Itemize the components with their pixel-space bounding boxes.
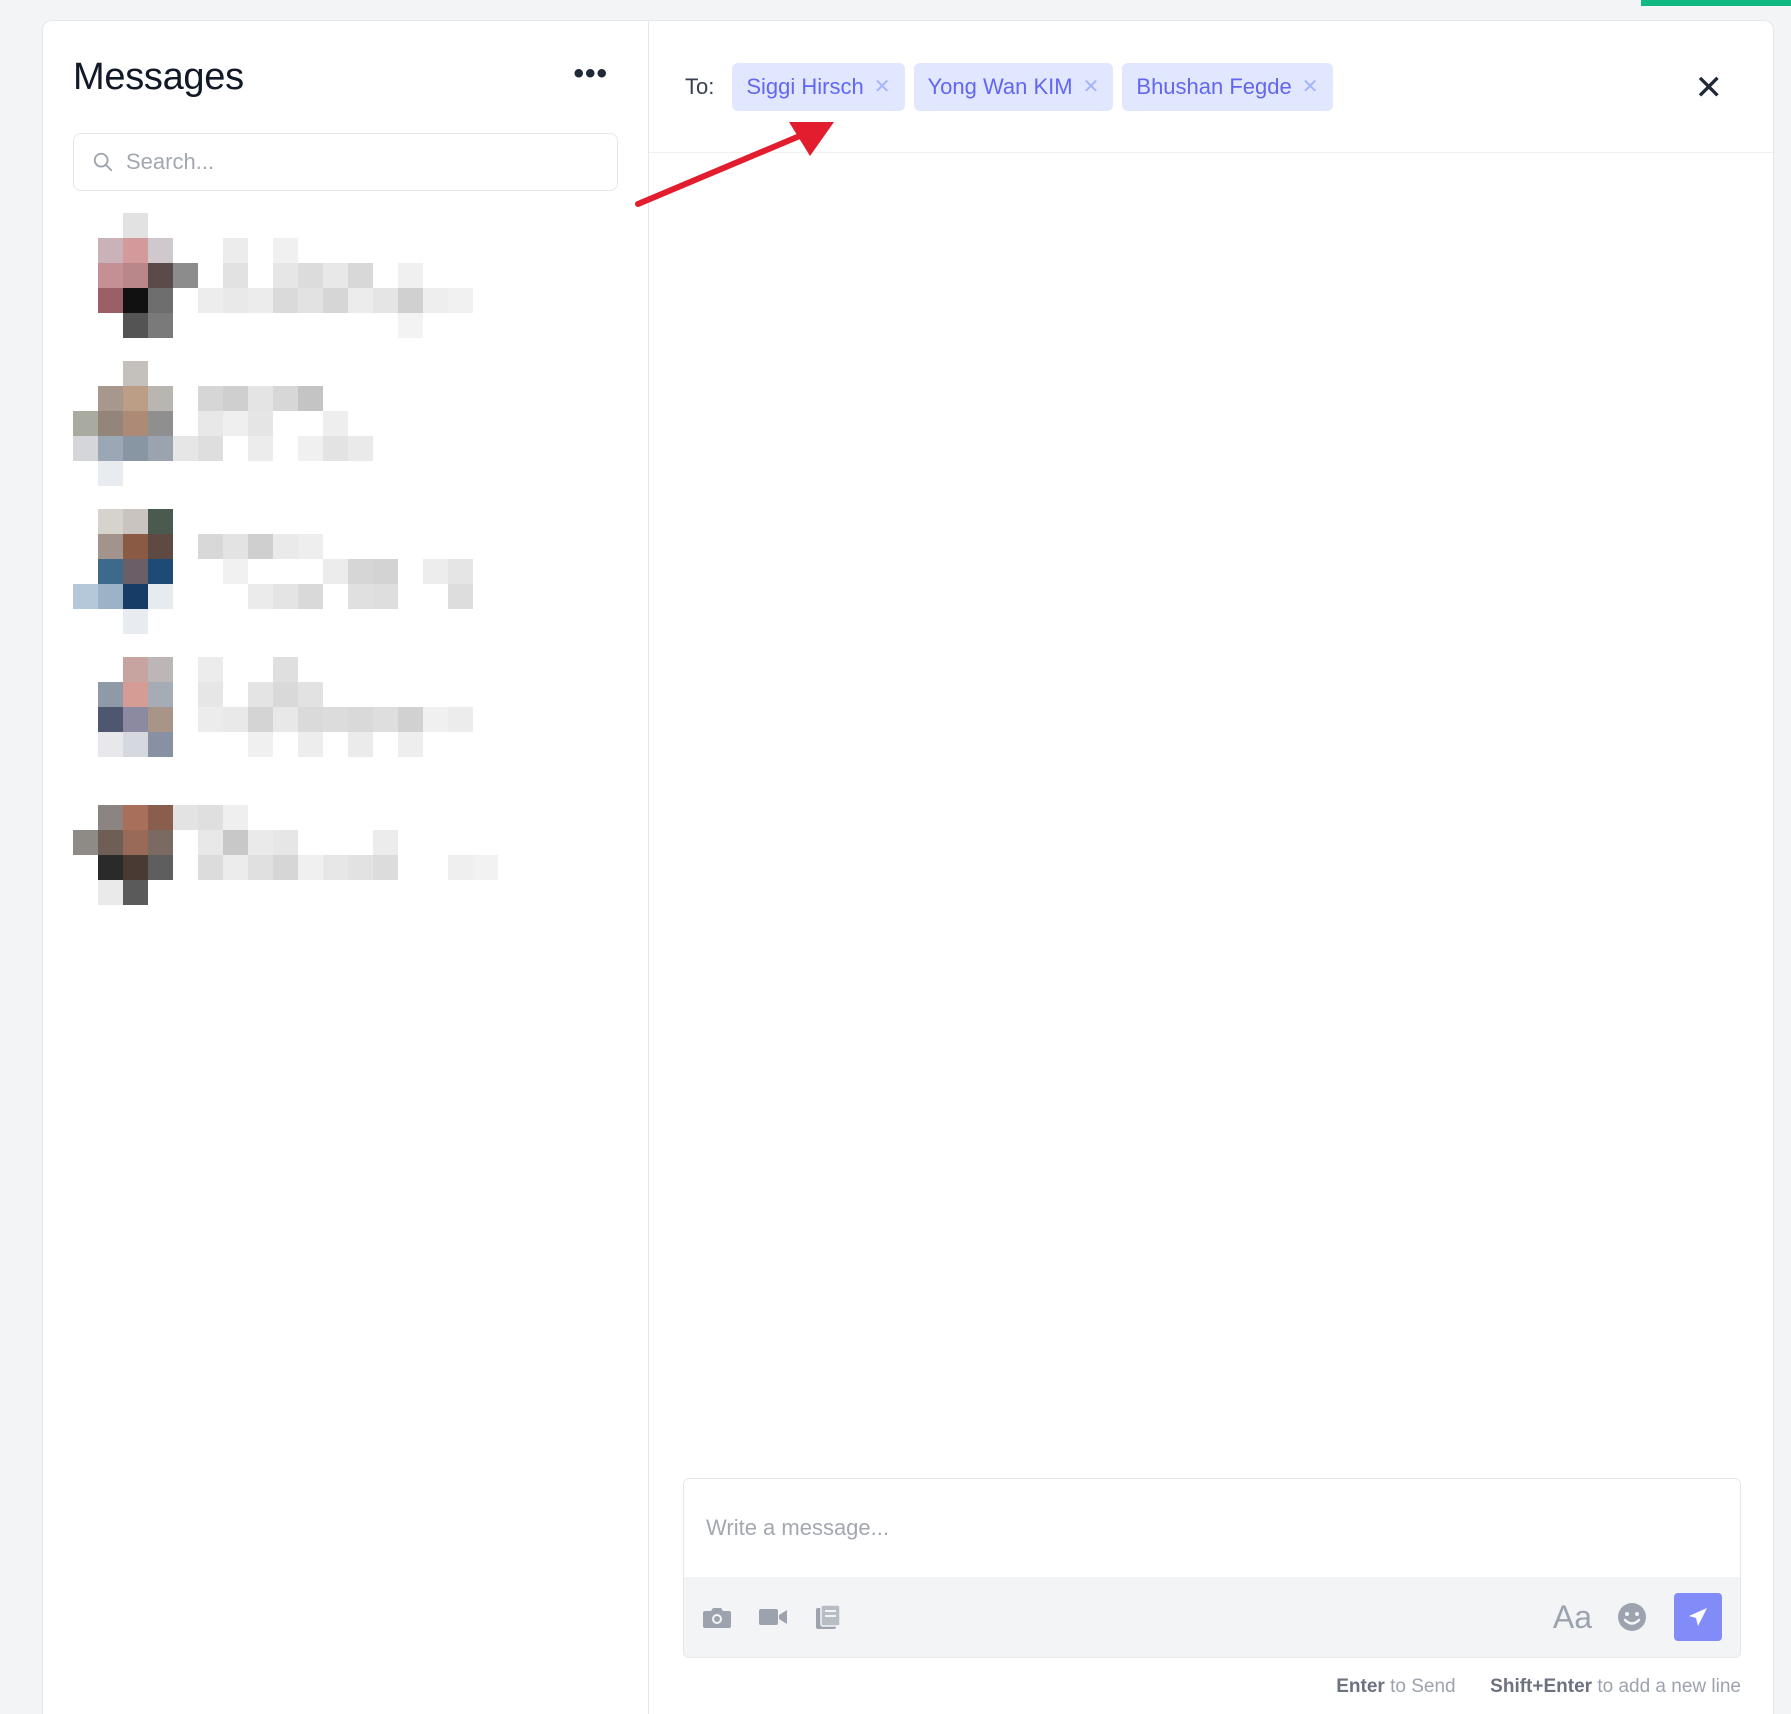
message-composer: Aa — [683, 1478, 1741, 1658]
search-icon — [93, 152, 113, 172]
keyboard-hint: Enter to Send Shift+Enter to add a new l… — [1336, 1676, 1741, 1698]
search-box — [73, 133, 618, 191]
conversation-item[interactable] — [43, 805, 648, 953]
recipient-bar: To: Siggi Hirsch ✕ Yong Wan KIM ✕ Bhusha… — [649, 21, 1773, 153]
hint-shift-text: to add a new line — [1597, 1676, 1741, 1697]
recipient-name: Siggi Hirsch — [746, 73, 864, 99]
remove-recipient-icon[interactable]: ✕ — [1083, 74, 1100, 99]
conversation-item[interactable] — [43, 657, 648, 805]
conversation-sidebar: Messages ••• — [43, 21, 649, 1714]
search-input[interactable] — [124, 148, 599, 176]
toolbar-right: Aa — [1553, 1577, 1722, 1657]
composer-toolbar: Aa — [684, 1577, 1740, 1657]
recipient-name: Yong Wan KIM — [927, 73, 1073, 99]
close-icon[interactable]: ✕ — [1695, 71, 1724, 105]
send-button[interactable] — [1674, 1593, 1722, 1641]
video-icon[interactable] — [758, 1606, 788, 1628]
hint-enter-key: Enter — [1336, 1676, 1385, 1697]
remove-recipient-icon[interactable]: ✕ — [1302, 74, 1319, 99]
recipient-name: Bhushan Fegde — [1136, 73, 1292, 99]
top-accent-bar — [1641, 0, 1791, 6]
sidebar-title: Messages — [73, 55, 244, 98]
text-format-button[interactable]: Aa — [1553, 1599, 1592, 1636]
camera-icon[interactable] — [702, 1604, 732, 1630]
conversation-list — [43, 213, 648, 953]
to-label: To: — [685, 73, 715, 99]
attachment-icon[interactable] — [814, 1603, 842, 1631]
conversation-item[interactable] — [43, 509, 648, 657]
recipient-chip[interactable]: Yong Wan KIM ✕ — [913, 62, 1114, 111]
remove-recipient-icon[interactable]: ✕ — [874, 74, 891, 99]
ellipsis-icon[interactable]: ••• — [573, 59, 608, 89]
new-message-panel: To: Siggi Hirsch ✕ Yong Wan KIM ✕ Bhusha… — [649, 21, 1773, 1714]
recipient-chip[interactable]: Siggi Hirsch ✕ — [732, 62, 905, 111]
send-icon — [1689, 1608, 1707, 1626]
conversation-item[interactable] — [43, 361, 648, 509]
hint-enter-text: to Send — [1390, 1676, 1456, 1697]
sidebar-header: Messages ••• — [43, 21, 648, 103]
recipient-chip[interactable]: Bhushan Fegde ✕ — [1122, 62, 1333, 111]
emoji-icon[interactable] — [1616, 1601, 1648, 1633]
hint-shift-key: Shift+Enter — [1490, 1676, 1593, 1697]
conversation-item[interactable] — [43, 213, 648, 361]
message-input[interactable] — [684, 1479, 1740, 1577]
messages-window: Messages ••• Search... To: Siggi Hirsch … — [42, 20, 1774, 1714]
